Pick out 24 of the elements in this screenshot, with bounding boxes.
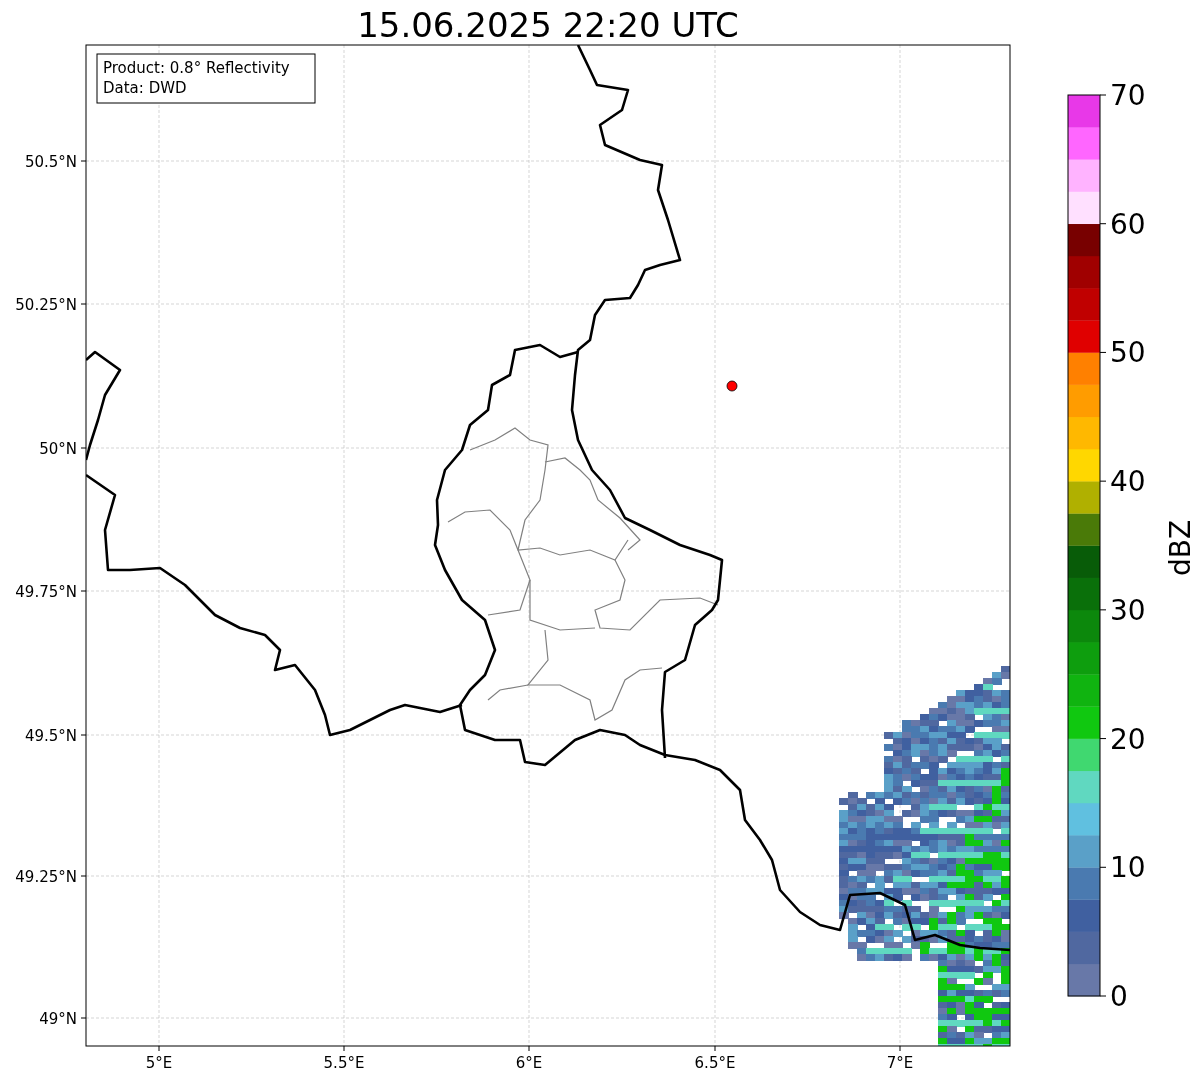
colorbar-tick-label: 70 — [1110, 79, 1146, 112]
latitude-label: 49.75°N — [15, 583, 77, 601]
latitude-label: 50°N — [39, 440, 77, 458]
longitude-label: 7°E — [886, 1054, 914, 1072]
latitude-label: 49°N — [39, 1010, 77, 1028]
longitude-label: 5°E — [145, 1054, 173, 1072]
colorbar-label: dBZ — [1164, 519, 1197, 577]
longitude-label: 5.5°E — [323, 1054, 365, 1072]
latitude-label: 49.25°N — [15, 868, 77, 886]
longitude-label: 6°E — [515, 1054, 543, 1072]
colorbar-tick-label: 50 — [1110, 336, 1146, 370]
colorbar-tick-label: 0 — [1110, 980, 1128, 1013]
latitude-label: 50.5°N — [24, 153, 77, 171]
info-text: Data: DWD — [103, 79, 187, 97]
info-text: Product: 0.8° Reflectivity — [103, 59, 290, 77]
colorbar-tick-label: 20 — [1110, 722, 1146, 756]
colorbar-tick-label: 60 — [1110, 207, 1146, 241]
plot-title: 15.06.2025 22:20 UTC — [357, 5, 739, 45]
longitude-label: 6.5°E — [694, 1054, 736, 1072]
colorbar-tick-label: 40 — [1110, 465, 1146, 499]
colorbar-tick-label: 10 — [1110, 851, 1146, 885]
latitude-label: 50.25°N — [15, 296, 77, 314]
colorbar-tick-label: 30 — [1110, 593, 1146, 627]
latitude-label: 49.5°N — [24, 727, 77, 745]
